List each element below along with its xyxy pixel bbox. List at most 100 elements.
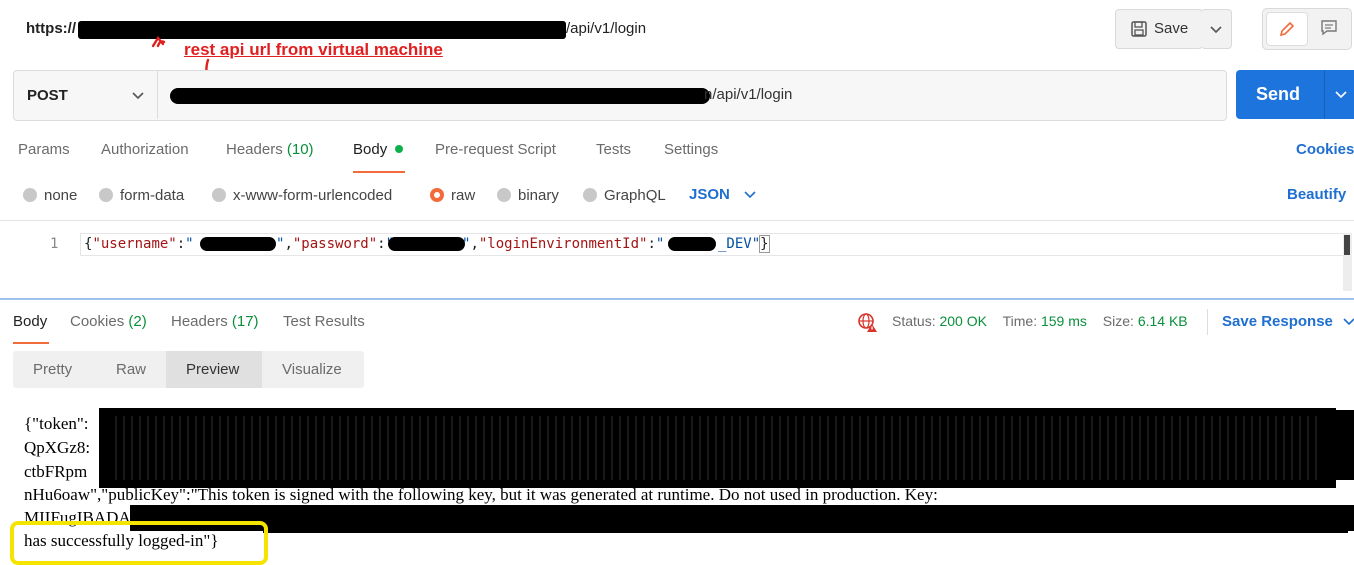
save-dropdown-button[interactable] — [1201, 9, 1232, 49]
radio-binary[interactable] — [497, 188, 511, 202]
radio-none[interactable] — [23, 188, 37, 202]
edit-mode-button[interactable] — [1266, 12, 1308, 46]
tab-tests[interactable]: Tests — [596, 141, 631, 158]
url-input[interactable]: n/api/v1/login — [158, 71, 1224, 119]
time-value: 159 ms — [1040, 313, 1087, 329]
pencil-icon — [1279, 21, 1295, 37]
status-divider — [1207, 309, 1208, 335]
view-mode-visualize[interactable]: Visualize — [262, 351, 364, 388]
preview-line-4: nHu6oaw","publicKey":"This token is sign… — [24, 485, 938, 504]
request-title: https:// — [26, 20, 76, 37]
code-line: {"username":" — [84, 236, 194, 252]
redacted-token-tail — [1336, 410, 1354, 480]
code-env-suffix: _DEV" — [718, 236, 761, 252]
code-key-env: "loginEnvironmentId" — [478, 236, 648, 252]
comments-button[interactable] — [1309, 12, 1349, 44]
tab-count: (2) — [128, 313, 147, 330]
tab-label: Cookies — [70, 313, 125, 330]
highlight-ring — [10, 521, 268, 565]
url-input-suffix: n/api/v1/login — [704, 86, 793, 103]
view-mode-group: Pretty Raw Preview Visualize — [13, 351, 364, 388]
method-select[interactable]: POST — [14, 71, 158, 119]
view-mode-label: Visualize — [282, 361, 342, 378]
response-tab-headers[interactable]: Headers (17) — [171, 313, 259, 330]
scrollbar-thumb[interactable] — [1344, 235, 1350, 255]
view-toggle-group — [1262, 8, 1352, 50]
url-suffix: /api/v1/login — [566, 20, 647, 37]
tab-label: Settings — [664, 141, 719, 158]
time-label: Time: — [1002, 313, 1038, 329]
body-format-label: JSON — [689, 186, 730, 203]
active-tab-underline — [353, 171, 405, 173]
send-button[interactable]: Send — [1236, 70, 1324, 119]
radio-form-data[interactable] — [99, 188, 113, 202]
send-label: Send — [1256, 84, 1301, 104]
view-mode-label: Raw — [116, 361, 147, 378]
code-comma: , — [284, 236, 293, 252]
redacted-token-texture — [109, 416, 1319, 480]
chevron-down-icon — [1335, 91, 1347, 99]
tab-pre-request-script[interactable]: Pre-request Script — [435, 141, 556, 158]
tab-label: Body — [353, 141, 388, 158]
response-tab-body[interactable]: Body — [13, 313, 49, 344]
save-response-label: Save Response — [1222, 313, 1333, 330]
tab-headers[interactable]: Headers (10) — [226, 141, 314, 158]
pane-divider[interactable] — [0, 298, 1354, 300]
globe-warning-icon[interactable] — [857, 311, 879, 333]
size-value: 6.14 KB — [1137, 313, 1188, 329]
radio-label-none: none — [44, 187, 78, 204]
redacted-env — [668, 237, 716, 251]
tab-label: Body — [13, 313, 48, 330]
response-tab-test-results[interactable]: Test Results — [283, 313, 365, 330]
radio-label-form-data: form-data — [120, 187, 185, 204]
view-mode-pretty[interactable]: Pretty — [13, 351, 96, 388]
status-label: Status: — [892, 313, 936, 329]
tab-label: Pre-request Script — [435, 141, 556, 158]
status-info: Status: 200 OK Time: 159 ms Size: 6.14 K… — [892, 313, 1188, 329]
line-number: 1 — [50, 236, 59, 252]
tab-settings[interactable]: Settings — [664, 141, 718, 158]
radio-label-binary: binary — [518, 187, 559, 204]
radio-raw[interactable] — [430, 188, 444, 202]
chevron-down-icon — [1210, 26, 1222, 34]
view-mode-raw[interactable]: Raw — [96, 351, 166, 388]
redacted-password — [388, 237, 465, 251]
save-label: Save — [1154, 20, 1189, 37]
code-line-env: ","loginEnvironmentId":" — [462, 236, 664, 252]
view-mode-label: Preview — [186, 361, 240, 378]
redacted-username — [200, 237, 276, 251]
tab-label: Params — [18, 141, 70, 158]
tab-label: Headers — [171, 313, 228, 330]
tab-body[interactable]: Body — [353, 141, 405, 173]
body-format-select[interactable]: JSON — [689, 186, 756, 203]
editor-scrollbar[interactable] — [1343, 233, 1352, 291]
radio-graphql[interactable] — [583, 188, 597, 202]
response-tab-cookies[interactable]: Cookies (2) — [70, 313, 147, 330]
save-button[interactable]: Save — [1115, 9, 1203, 49]
url-prefix: https:// — [26, 20, 76, 37]
beautify-link[interactable]: Beautify — [1287, 186, 1346, 203]
radio-urlencoded[interactable] — [212, 188, 226, 202]
code-quote: " — [185, 236, 194, 252]
body-active-dot — [395, 145, 404, 153]
tab-params[interactable]: Params — [18, 141, 70, 158]
tab-count: (17) — [231, 313, 259, 330]
radio-label-raw: raw — [451, 187, 476, 204]
code-brace-close: } — [759, 235, 770, 253]
method-label: POST — [27, 87, 68, 104]
cookies-link[interactable]: Cookies — [1296, 141, 1354, 158]
send-dropdown-button[interactable] — [1324, 70, 1354, 119]
view-mode-preview[interactable]: Preview — [166, 351, 262, 388]
status-value: 200 OK — [939, 313, 987, 329]
active-tab-underline — [13, 342, 49, 344]
code-line-password: ","password":" — [276, 236, 394, 252]
save-response-button[interactable]: Save Response — [1222, 313, 1354, 330]
chevron-down-icon — [132, 92, 144, 100]
code-key-username: "username" — [92, 236, 177, 252]
tab-authorization[interactable]: Authorization — [101, 141, 189, 158]
size-label: Size: — [1102, 313, 1134, 329]
tab-label: Test Results — [283, 313, 365, 330]
preview-line-3: ctbFRpm — [24, 462, 88, 481]
code-quote: " — [655, 236, 665, 252]
preview-line-1: {"token": — [24, 414, 89, 433]
